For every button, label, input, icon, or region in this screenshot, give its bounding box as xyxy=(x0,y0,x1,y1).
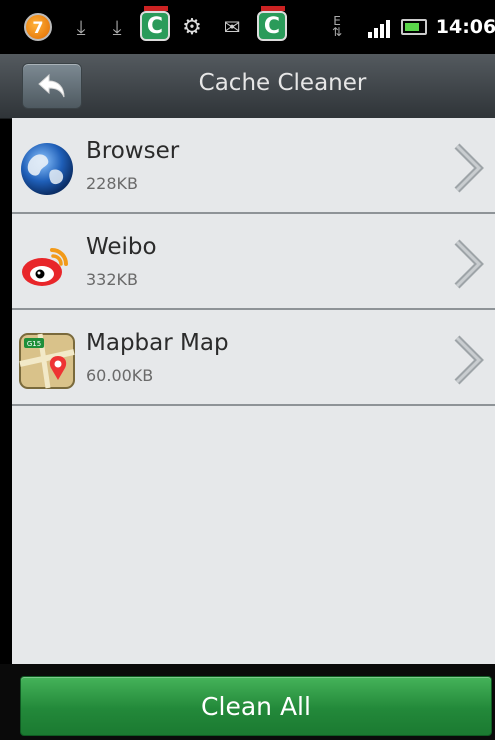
app-name: Weibo xyxy=(86,234,157,260)
cache-size: 60.00KB xyxy=(86,366,154,385)
page-title: Cache Cleaner xyxy=(198,70,367,96)
mail-icon: ✉ xyxy=(223,15,241,39)
signal-icon xyxy=(366,16,392,38)
clean-all-button[interactable]: Clean All xyxy=(20,676,492,736)
download-icon: ⤓ xyxy=(112,15,122,39)
app-name: Browser xyxy=(86,138,180,164)
app-notification-icon: C xyxy=(140,6,170,41)
weibo-icon xyxy=(22,248,68,286)
app-cache-list: Browser 228KB Weibo 332KB G15 Mapbar Map… xyxy=(12,118,495,664)
chevron-right-icon xyxy=(454,239,484,289)
cache-size: 228KB xyxy=(86,174,139,193)
app-name: Mapbar Map xyxy=(86,330,229,356)
app-notification-icon: C xyxy=(257,6,287,41)
chevron-right-icon xyxy=(454,335,484,385)
bottom-bar: Clean All xyxy=(0,664,495,740)
clock: 14:06 xyxy=(435,16,495,38)
map-icon: G15 xyxy=(19,333,75,389)
cache-size: 332KB xyxy=(86,270,139,289)
battery-icon xyxy=(401,19,427,35)
cpu-icon: ⚙ xyxy=(182,14,202,40)
network-type-indicator: E ⇅ xyxy=(331,14,343,39)
title-bar: Cache Cleaner xyxy=(0,54,495,119)
download-icon: ⤓ xyxy=(76,15,86,39)
chevron-right-icon xyxy=(454,143,484,193)
svg-text:G15: G15 xyxy=(27,340,41,348)
list-item-browser[interactable]: Browser 228KB xyxy=(12,118,495,214)
status-bar: 7 ⤓ ⤓ C ⚙ ✉ C E ⇅ 14:06 xyxy=(0,0,495,54)
globe-icon xyxy=(21,143,73,195)
list-item-mapbar-map[interactable]: G15 Mapbar Map 60.00KB xyxy=(12,310,495,406)
list-item-weibo[interactable]: Weibo 332KB xyxy=(12,214,495,310)
notification-badge: 7 xyxy=(24,13,52,41)
